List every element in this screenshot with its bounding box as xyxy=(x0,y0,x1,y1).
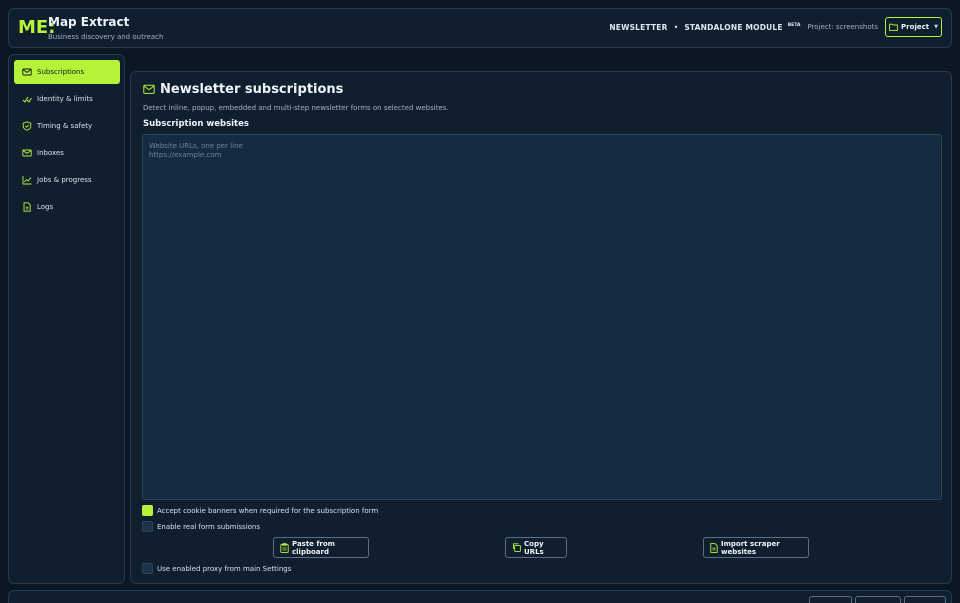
real-submissions-checkbox[interactable] xyxy=(142,521,153,532)
sidebar-item-jobs[interactable]: Jobs & progress xyxy=(14,168,120,192)
import-button-label: Import scraper websites xyxy=(721,539,780,556)
header-separator: • xyxy=(673,22,679,32)
page-description: Detect inline, popup, embedded and multi… xyxy=(143,104,449,112)
sidebar-item-label: Identity & limits xyxy=(37,95,93,103)
folder-icon xyxy=(889,23,898,31)
sidebar-item-label: Inboxes xyxy=(37,149,64,157)
sidebar-item-subscriptions[interactable]: Subscriptions xyxy=(14,60,120,84)
page-title-text: Newsletter subscriptions xyxy=(160,82,344,97)
app-title: Map Extract xyxy=(48,15,130,29)
sidebar-item-label: Jobs & progress xyxy=(37,176,92,184)
beta-badge: BETA xyxy=(787,23,801,28)
copy-icon xyxy=(512,543,521,552)
chart-icon xyxy=(22,175,32,185)
mail-icon xyxy=(22,67,32,77)
use-proxy-option[interactable]: Use enabled proxy from main Settings xyxy=(142,563,291,574)
paste-button-label: Paste from clipboard xyxy=(292,539,335,556)
shield-icon xyxy=(22,121,32,131)
import-scraper-websites-button[interactable]: Import scraper websites xyxy=(703,537,809,558)
accept-cookies-option[interactable]: Accept cookie banners when required for … xyxy=(142,505,378,516)
sidebar-item-identity[interactable]: Identity & limits xyxy=(14,87,120,111)
bottom-button[interactable] xyxy=(855,596,901,603)
use-proxy-checkbox[interactable] xyxy=(142,563,153,574)
mail-icon xyxy=(143,84,155,95)
file-icon xyxy=(710,542,718,553)
user-check-icon xyxy=(22,94,32,104)
page-title: Newsletter subscriptions xyxy=(143,82,343,97)
chevron-down-icon: ▼ xyxy=(934,24,938,30)
real-submissions-label: Enable real form submissions xyxy=(157,522,261,531)
sidebar-item-inboxes[interactable]: Inboxes xyxy=(14,141,120,165)
accept-cookies-checkbox[interactable] xyxy=(142,505,153,516)
file-icon xyxy=(22,202,32,212)
project-button-label: Project xyxy=(901,23,930,31)
mail-icon xyxy=(22,148,32,158)
bottom-action-bar xyxy=(8,590,952,603)
project-label: Project: screenshots xyxy=(807,23,878,31)
clipboard-icon xyxy=(280,542,289,553)
sidebar-item-timing[interactable]: Timing & safety xyxy=(14,114,120,138)
sidebar-item-logs[interactable]: Logs xyxy=(14,195,120,219)
accept-cookies-label: Accept cookie banners when required for … xyxy=(157,506,379,515)
sidebar: Subscriptions Identity & limits Timing &… xyxy=(8,54,125,584)
use-proxy-label: Use enabled proxy from main Settings xyxy=(157,564,292,573)
app-header: ME: Map Extract Business discovery and o… xyxy=(8,8,952,48)
main-panel: Newsletter subscriptions Detect inline, … xyxy=(130,71,952,584)
real-submissions-option[interactable]: Enable real form submissions xyxy=(142,521,260,532)
sidebar-item-label: Timing & safety xyxy=(37,122,93,130)
copy-urls-button[interactable]: Copy URLs xyxy=(505,537,567,558)
section-label: Subscription websites xyxy=(143,119,249,129)
header-right: NEWSLETTER • STANDALONE MODULE BETA Proj… xyxy=(609,17,942,37)
app-subtitle: Business discovery and outreach xyxy=(48,33,164,41)
bottom-button[interactable] xyxy=(809,596,852,603)
sidebar-item-label: Logs xyxy=(37,203,54,211)
bottom-button[interactable] xyxy=(904,596,946,603)
sidebar-item-label: Subscriptions xyxy=(37,68,85,76)
project-button[interactable]: Project ▼ xyxy=(885,17,942,37)
website-urls-input[interactable] xyxy=(142,134,942,500)
copy-button-label: Copy URLs xyxy=(524,539,544,556)
paste-from-clipboard-button[interactable]: Paste from clipboard xyxy=(273,537,369,558)
module-name: NEWSLETTER xyxy=(609,22,668,32)
standalone-label: STANDALONE MODULE xyxy=(684,22,783,32)
